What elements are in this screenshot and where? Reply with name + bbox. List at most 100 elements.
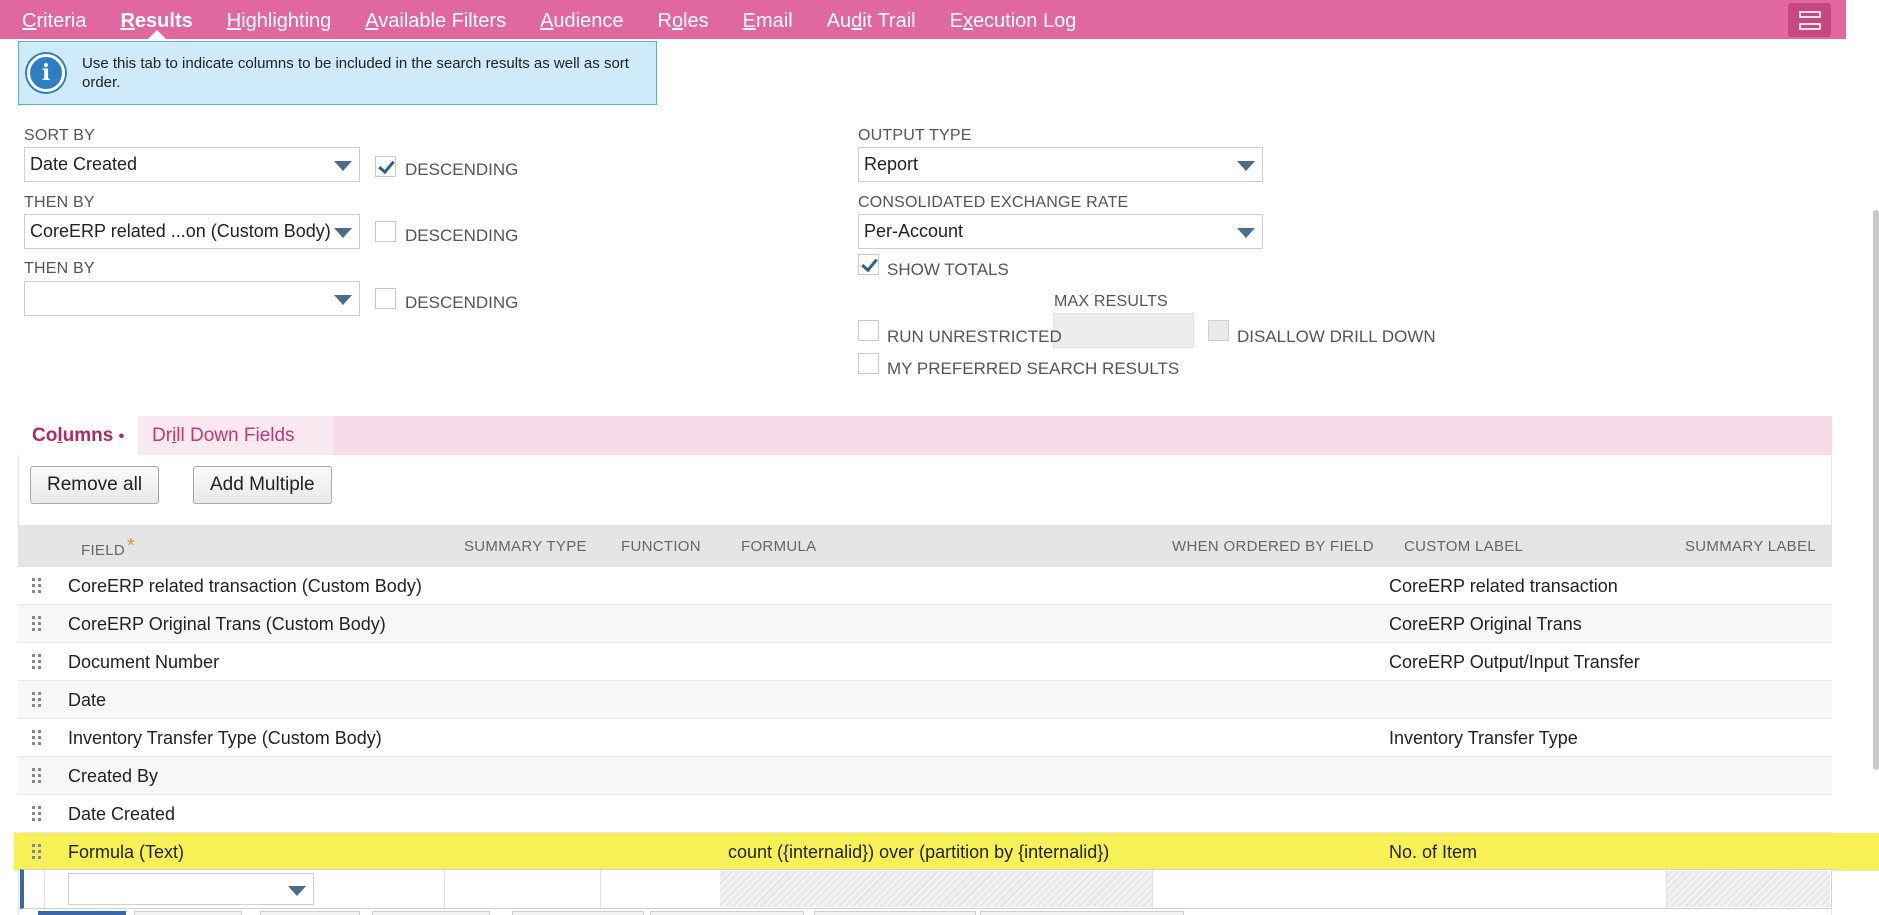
- table-row[interactable]: Created By: [18, 757, 1832, 795]
- tab-audit-trail[interactable]: Audit Trail: [827, 0, 916, 39]
- disallow-drill-down-checkbox[interactable]: [1208, 320, 1229, 341]
- cell-field: Document Number: [68, 652, 220, 672]
- descending-checkbox-1[interactable]: [375, 156, 396, 177]
- show-totals-checkbox[interactable]: [858, 254, 879, 275]
- drag-handle-icon[interactable]: [32, 616, 42, 632]
- tab-highlighting[interactable]: Highlighting: [227, 0, 332, 39]
- tab-execution-log[interactable]: Execution Log: [950, 0, 1077, 39]
- my-preferred-label: MY PREFERRED SEARCH RESULTS: [887, 359, 1180, 378]
- tab-criteria[interactable]: Criteria: [22, 0, 86, 39]
- header-custom-label[interactable]: CUSTOM LABEL: [1404, 538, 1523, 555]
- formula-cell-disabled: [720, 871, 1152, 907]
- descending-label-2: DESCENDING: [405, 226, 519, 245]
- info-message: i Use this tab to indicate columns to be…: [18, 41, 657, 105]
- header-formula[interactable]: FORMULA: [741, 538, 816, 555]
- table-row[interactable]: CoreERP related transaction (Custom Body…: [18, 567, 1832, 605]
- then-by-value-1: CoreERP related ...on (Custom Body): [30, 221, 331, 241]
- header-function[interactable]: FUNCTION: [621, 538, 701, 555]
- chevron-down-icon: [334, 161, 352, 171]
- output-type-label: OUTPUT TYPE: [858, 127, 972, 144]
- run-unrestricted-label: RUN UNRESTRICTED: [887, 327, 1062, 346]
- my-preferred-checkbox[interactable]: [858, 353, 879, 374]
- drag-handle-icon[interactable]: [32, 654, 42, 670]
- cell-field: Created By: [68, 766, 159, 786]
- table-row[interactable]: Date Created: [18, 795, 1832, 833]
- bottom-buttons-strip: [38, 911, 1184, 915]
- cell-custom-label: CoreERP related transaction: [1389, 576, 1618, 596]
- descending-checkbox-2[interactable]: [375, 221, 396, 242]
- columns-subtab-bar: Columns • Drill Down Fields: [18, 416, 1832, 455]
- header-summary-label[interactable]: SUMMARY LABEL: [1685, 538, 1816, 555]
- cell-field: Inventory Transfer Type (Custom Body): [68, 728, 382, 748]
- header-summary-type[interactable]: SUMMARY TYPE: [464, 538, 587, 555]
- info-text: Use this tab to indicate columns to be i…: [82, 55, 629, 91]
- exchange-rate-select[interactable]: Per-Account: [858, 214, 1263, 249]
- tab-results[interactable]: Results: [120, 0, 192, 39]
- tab-available-filters[interactable]: Available Filters: [365, 0, 506, 39]
- table-row[interactable]: Date: [18, 681, 1832, 719]
- descending-checkbox-3[interactable]: [375, 288, 396, 309]
- page-scrollbar[interactable]: [1873, 210, 1879, 770]
- header-field[interactable]: FIELD *: [81, 535, 136, 561]
- drag-handle-icon[interactable]: [32, 730, 42, 746]
- new-column-row: [20, 869, 1832, 909]
- then-by-select-1[interactable]: CoreERP related ...on (Custom Body): [24, 214, 360, 249]
- run-unrestricted-checkbox[interactable]: [858, 320, 879, 341]
- chevron-down-icon: [334, 228, 352, 238]
- drag-handle-icon[interactable]: [32, 806, 42, 822]
- tab-roles[interactable]: Roles: [657, 0, 708, 39]
- cell-field: Date: [68, 690, 107, 710]
- table-row[interactable]: Inventory Transfer Type (Custom Body) Inv…: [18, 719, 1832, 757]
- output-type-select[interactable]: Report: [858, 147, 1263, 182]
- disallow-drill-down-label: DISALLOW DRILL DOWN: [1237, 327, 1436, 346]
- exchange-rate-label: CONSOLIDATED EXCHANGE RATE: [858, 194, 1129, 211]
- drag-handle-icon[interactable]: [32, 768, 42, 784]
- cell-custom-label: CoreERP Output/Input Transfer: [1389, 652, 1640, 672]
- required-star-icon: *: [127, 535, 136, 557]
- descending-label-1: DESCENDING: [405, 160, 519, 179]
- cell-formula: count ({internalid}) over (partition by …: [728, 842, 1110, 862]
- tab-audience[interactable]: Audience: [540, 0, 623, 39]
- chevron-down-icon: [1237, 161, 1255, 171]
- table-row[interactable]: CoreERP Original Trans (Custom Body) Core…: [18, 605, 1832, 643]
- exchange-rate-value: Per-Account: [864, 221, 964, 241]
- cell-field: CoreERP related transaction (Custom Body…: [68, 576, 422, 596]
- info-icon: i: [27, 54, 65, 92]
- cell-custom-label: Inventory Transfer Type: [1389, 728, 1578, 748]
- then-by-label-2: THEN BY: [24, 260, 95, 277]
- new-field-select[interactable]: [68, 873, 314, 905]
- chevron-down-icon: [334, 295, 352, 305]
- cell-field: CoreERP Original Trans (Custom Body): [68, 614, 386, 634]
- results-tab-bar: Criteria Results Highlighting Available Fil…: [0, 0, 1846, 39]
- table-row[interactable]: Formula (Text) count ({internalid}) over …: [14, 833, 1879, 871]
- drag-handle-icon[interactable]: [32, 844, 42, 860]
- layout-menu-icon[interactable]: [1788, 3, 1831, 37]
- max-results-label: MAX RESULTS: [1054, 293, 1168, 310]
- subtab-drill-down-fields[interactable]: Drill Down Fields: [152, 425, 295, 447]
- subtab-columns[interactable]: Columns •: [32, 425, 124, 447]
- cell-custom-label: No. of Item: [1389, 842, 1478, 862]
- chevron-down-icon: [1237, 228, 1255, 238]
- sort-by-select[interactable]: Date Created: [24, 147, 360, 182]
- descending-label-3: DESCENDING: [405, 293, 519, 312]
- drag-handle-icon[interactable]: [32, 578, 42, 594]
- then-by-label-1: THEN BY: [24, 194, 95, 211]
- cell-field: Date Created: [68, 804, 176, 824]
- max-results-input[interactable]: [1053, 313, 1194, 348]
- header-when-ordered[interactable]: WHEN ORDERED BY FIELD: [1172, 538, 1374, 555]
- table-row[interactable]: Document Number CoreERP Output/Input Tran…: [18, 643, 1832, 681]
- drag-handle-icon[interactable]: [32, 692, 42, 708]
- sort-by-value: Date Created: [30, 154, 138, 174]
- summary-label-cell-disabled: [1666, 871, 1830, 907]
- output-type-value: Report: [864, 154, 919, 174]
- remove-all-button[interactable]: Remove all: [30, 466, 160, 504]
- tab-email[interactable]: Email: [743, 0, 793, 39]
- add-multiple-button[interactable]: Add Multiple: [193, 466, 332, 504]
- cell-field: Formula (Text): [68, 842, 185, 862]
- columns-table-header: FIELD * SUMMARY TYPE FUNCTION FORMULA WHE…: [18, 525, 1832, 567]
- cell-custom-label: CoreERP Original Trans: [1389, 614, 1582, 634]
- sort-by-label: SORT BY: [24, 127, 96, 144]
- chevron-down-icon: [288, 886, 306, 896]
- then-by-select-2[interactable]: [24, 281, 360, 316]
- show-totals-label: SHOW TOTALS: [887, 260, 1009, 279]
